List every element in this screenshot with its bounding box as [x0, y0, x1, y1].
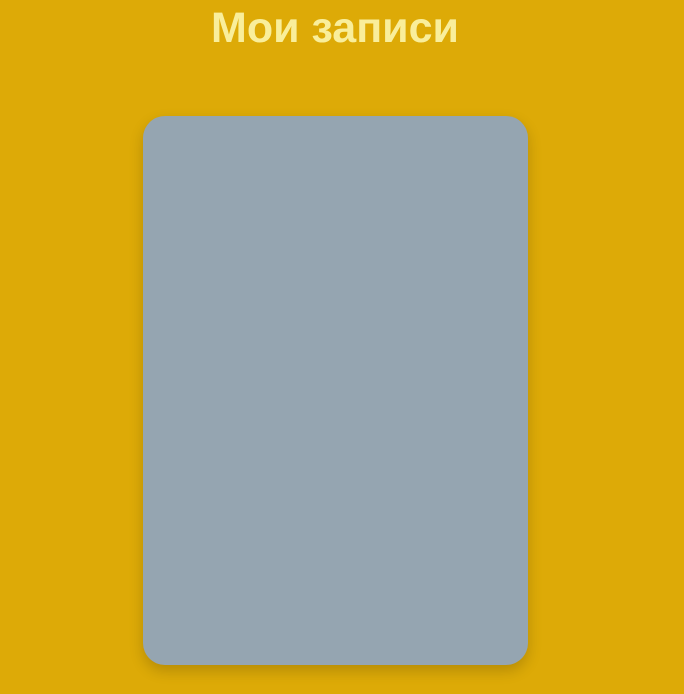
add-entry-card[interactable]	[143, 116, 528, 665]
page-title: Мои записи	[211, 4, 459, 52]
plus-icon	[252, 308, 418, 474]
